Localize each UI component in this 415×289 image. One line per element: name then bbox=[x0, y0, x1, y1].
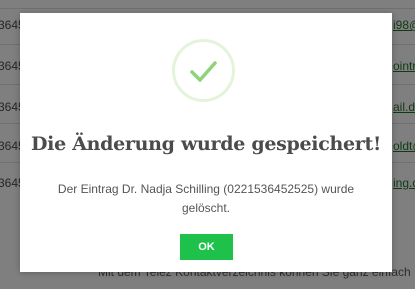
page: 3645 i98@ 3645 ointru 3645 ail.de 3645 o… bbox=[0, 0, 415, 289]
check-circle-icon bbox=[172, 39, 235, 102]
check-icon bbox=[190, 61, 217, 82]
bg-email-link[interactable]: ail.de bbox=[393, 100, 415, 114]
bg-email-link[interactable]: oldt@y bbox=[393, 139, 415, 153]
success-dialog: Die Änderung wurde gespeichert! Der Eint… bbox=[20, 13, 392, 272]
bg-email-link[interactable]: ing.de bbox=[393, 176, 415, 190]
dialog-title: Die Änderung wurde gespeichert! bbox=[31, 133, 381, 155]
bg-email-link[interactable]: i98@ bbox=[393, 18, 415, 32]
bg-email-link[interactable]: ointru bbox=[393, 59, 415, 73]
dialog-message: Der Eintrag Dr. Nadja Schilling (0221536… bbox=[57, 182, 355, 215]
row-divider bbox=[0, 8, 415, 9]
ok-button[interactable]: OK bbox=[180, 234, 233, 260]
